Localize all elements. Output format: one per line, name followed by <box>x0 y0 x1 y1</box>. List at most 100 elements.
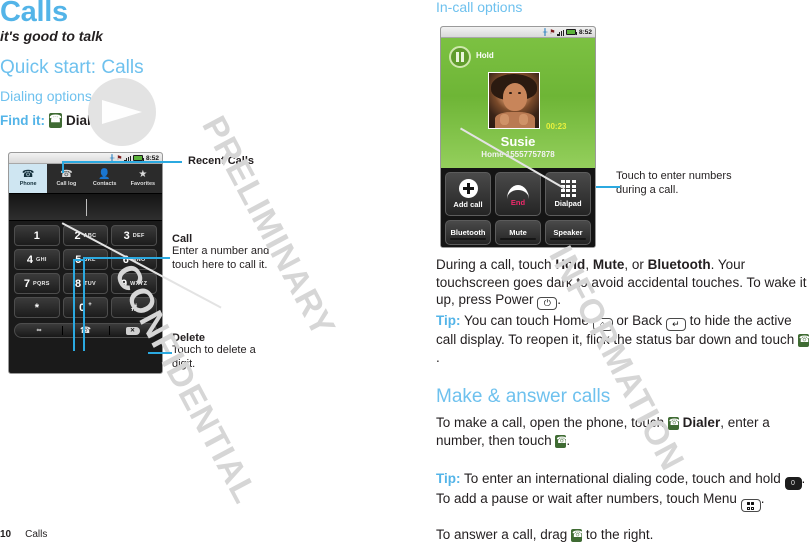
leader-line-recent-calls <box>62 161 182 163</box>
quick-start-heading: Quick start: Calls <box>0 57 144 78</box>
photo-eye-right <box>518 92 521 94</box>
watermark-text-preliminary: PRELIMINARY <box>194 110 343 344</box>
find-it-label: Find it: <box>0 113 45 128</box>
photo-hand-left <box>500 114 509 125</box>
mute-button[interactable]: Mute <box>495 220 541 245</box>
tip-label: Tip: <box>436 313 461 328</box>
callout-delete-body: Touch to delete a digit. <box>172 344 256 370</box>
photo-face <box>503 83 527 111</box>
end-call-handset-icon <box>507 182 529 196</box>
in-call-phone-screenshot: ╫ ⚑ 8:52 Hold 00:23 Susie Home 155577578… <box>440 26 596 248</box>
voicemail-icon: ∞ <box>36 327 42 334</box>
add-call-button[interactable]: Add call <box>445 172 491 216</box>
speaker-label: Speaker <box>553 228 583 237</box>
dialer-app-icon <box>48 112 62 128</box>
key-star[interactable]: * <box>14 297 60 318</box>
call-status-bar: ╫ ⚑ 8:52 <box>441 27 595 38</box>
power-button-icon: ⏻ <box>537 297 558 310</box>
p5-b: to the right. <box>582 527 654 542</box>
call-button[interactable]: ☎ <box>62 324 109 337</box>
zero-key-icon: 0 <box>784 477 802 490</box>
tab-call-log[interactable]: ☎ Call log <box>47 164 85 193</box>
paragraph-tip-home-back: Tip: You can touch Home ⌂ or Back ↵ to h… <box>436 312 809 366</box>
dialer-number-entry-field[interactable] <box>9 194 162 221</box>
key-pound[interactable]: # <box>111 297 157 318</box>
dialing-options-heading: Dialing options <box>0 88 92 104</box>
call-controls: Add call End Dialpad Bluetooth Mute Spea… <box>441 168 595 247</box>
key-3[interactable]: 3 DEF <box>111 225 157 246</box>
menu-button-icon <box>740 499 761 513</box>
voicemail-button[interactable]: ∞ <box>15 324 62 337</box>
speaker-button[interactable]: Speaker <box>545 220 591 245</box>
leader-line-recent-calls-drop <box>62 161 64 173</box>
key-9[interactable]: 9 WXYZ <box>111 273 157 294</box>
delete-button[interactable]: ✕ <box>109 324 156 337</box>
p3-dialer: Dialer <box>682 415 721 430</box>
paragraph-answer-a-call: To answer a call, drag to the right. <box>436 526 809 544</box>
paragraph-make-a-call: To make a call, open the phone, touch Di… <box>436 414 809 449</box>
dialpad-label: Dialpad <box>554 198 582 208</box>
dialer-app-icon <box>797 333 809 347</box>
contact-photo <box>488 72 540 129</box>
hold-pause-icon[interactable] <box>449 46 471 68</box>
watermark-logo <box>88 78 156 146</box>
page-subtitle: it's good to talk <box>0 28 103 44</box>
p2-b: or Back <box>612 313 666 328</box>
star-icon: ★ <box>138 169 148 180</box>
find-it-line: Find it: Dialer <box>0 112 104 128</box>
callout-delete: Delete Touch to delete a digit. <box>172 332 282 371</box>
leader-line-call <box>83 257 170 259</box>
key-8[interactable]: 8 TUV <box>62 273 109 294</box>
text-caret <box>85 199 87 216</box>
phone-handset-icon: ☎ <box>21 169 35 180</box>
add-call-label: Add call <box>453 200 483 209</box>
contact-person-icon: 👤 <box>98 169 111 180</box>
p1-hold: Hold <box>555 257 586 272</box>
key-7[interactable]: 7 PQRS <box>14 273 60 294</box>
tab-favorites-label: Favorites <box>130 181 156 187</box>
tab-contacts-label: Contacts <box>92 181 117 187</box>
leader-line-delete <box>148 352 172 354</box>
tab-phone[interactable]: ☎ Phone <box>9 164 48 193</box>
footer-chapter: Calls <box>25 529 48 540</box>
callout-call-title: Call <box>172 233 193 245</box>
active-call-panel: Hold 00:23 Susie Home 15557757878 <box>441 38 595 168</box>
call-timer: 00:23 <box>546 122 567 131</box>
key-1[interactable]: 1 <box>14 225 60 246</box>
dialer-app-icon <box>555 434 568 448</box>
bluetooth-button[interactable]: Bluetooth <box>445 220 491 245</box>
end-call-button[interactable]: End <box>495 172 541 216</box>
bluetooth-label: Bluetooth <box>450 228 486 237</box>
p1-bluetooth: Bluetooth <box>647 257 711 272</box>
key-6[interactable]: 6 MNO <box>111 249 157 270</box>
paragraph-during-a-call: During a call, touch Hold, Mute, or Blue… <box>436 256 809 310</box>
p1-end: . <box>557 292 562 307</box>
p3-a: To make a call, open the phone, touch <box>436 415 668 430</box>
dialer-tab-bar: ☎ Phone ☎ Call log 👤 Contacts ★ Favorite… <box>9 164 162 194</box>
dialpad-button[interactable]: Dialpad <box>545 172 591 216</box>
page-footer: 10 Calls <box>0 529 47 540</box>
back-button-icon: ↵ <box>665 318 686 331</box>
contact-name: Susie <box>500 134 536 149</box>
dialer-app-icon <box>571 528 584 542</box>
backspace-icon: ✕ <box>125 326 140 335</box>
tip-label: Tip: <box>436 471 461 486</box>
key-0[interactable]: 0+ <box>62 297 109 318</box>
dialer-keypad: 1 2ABC 3DEF 4GHI 5JKL 6MNO 7PQRS 8TUV 9W… <box>9 221 162 320</box>
key-5[interactable]: 5JKL <box>62 249 109 270</box>
make-answer-calls-heading: Make & answer calls <box>436 386 611 407</box>
mute-label: Mute <box>509 228 527 237</box>
dialer-action-row: ∞ ☎ ✕ <box>14 323 157 338</box>
secondary-call-buttons: Bluetooth Mute Speaker <box>445 220 591 245</box>
dialpad-grid-icon <box>560 180 576 197</box>
tab-phone-label: Phone <box>19 181 37 187</box>
tab-favorites[interactable]: ★ Favorites <box>124 164 162 193</box>
primary-call-buttons: Add call End Dialpad <box>445 172 591 216</box>
home-button-icon: ⌂ <box>592 318 613 331</box>
leader-line-call-hook-drop <box>73 259 75 351</box>
find-it-target: Dialer <box>65 113 104 128</box>
key-4[interactable]: 4 GHI <box>14 249 60 270</box>
key-2[interactable]: 2 ABC <box>62 225 109 246</box>
tab-contacts[interactable]: 👤 Contacts <box>86 164 124 193</box>
add-call-plus-icon <box>458 179 478 198</box>
